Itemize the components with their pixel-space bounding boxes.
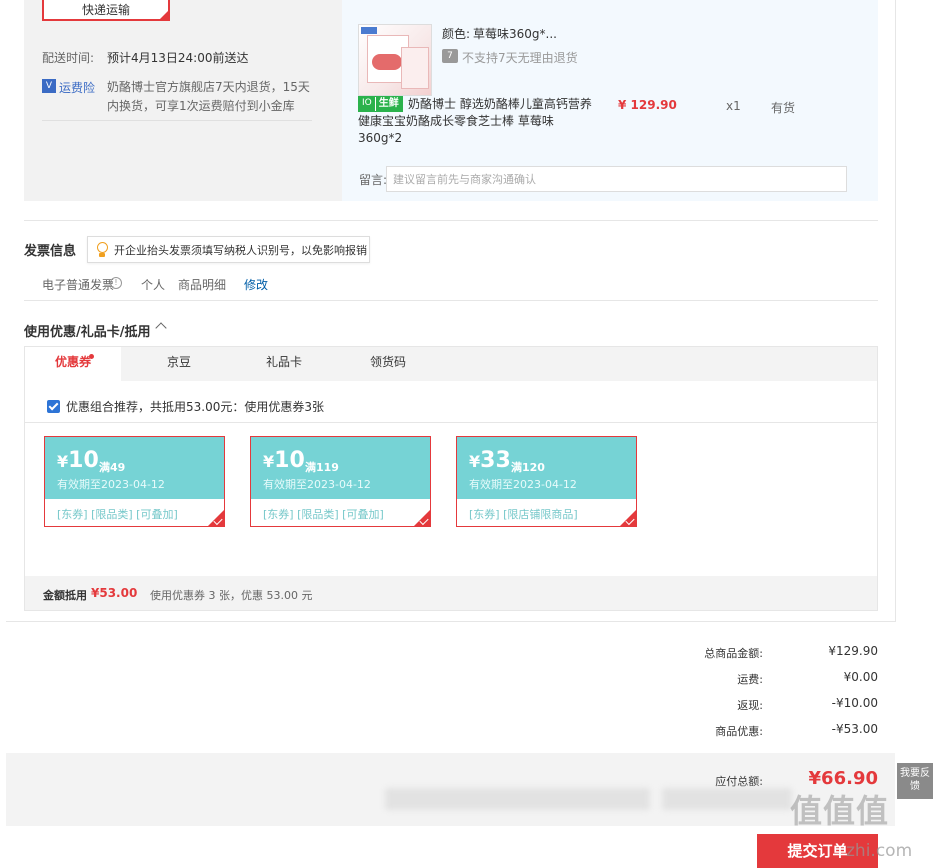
invoice-title: 发票信息 xyxy=(24,244,77,259)
watermark-logo: 值值值 xyxy=(790,792,890,830)
coupon-amount: ¥10 xyxy=(263,448,305,473)
total-goods-value: ¥129.90 xyxy=(828,644,878,658)
coupon-expiry: 有效期至2023-04-12 xyxy=(263,478,371,491)
message-label: 留言: xyxy=(359,173,388,187)
coupon-card[interactable]: ¥10 满49 有效期至2023-04-12 [东券] [限品类] [可叠加] xyxy=(44,436,225,527)
payable-label: 应付总额: xyxy=(715,775,763,788)
product-quantity: x1 xyxy=(726,99,741,113)
coupon-card[interactable]: ¥10 满119 有效期至2023-04-12 [东券] [限品类] [可叠加] xyxy=(250,436,431,527)
shipping-fee-label: 运费: xyxy=(737,673,763,686)
express-shipping-label: 快递运输 xyxy=(81,3,130,17)
coupon-expiry: 有效期至2023-04-12 xyxy=(469,478,577,491)
watermark-url: zhi.com xyxy=(846,841,913,861)
help-icon[interactable]: ! xyxy=(110,277,122,289)
tab-pickup-code[interactable]: 领货码 xyxy=(340,347,436,381)
product-image[interactable] xyxy=(358,24,432,96)
divider xyxy=(24,220,878,221)
coupon-amount: ¥33 xyxy=(469,448,511,473)
shipping-insurance-link[interactable]: 运费险 xyxy=(59,79,95,96)
tab-pickup-code-label: 领货码 xyxy=(369,355,406,369)
summary-desc: 使用优惠券 3 张，优惠 53.00 元 xyxy=(150,589,313,602)
coupon-tags: [东券] [限店铺限商品] xyxy=(469,508,578,521)
tab-jingdou[interactable]: 京豆 xyxy=(131,347,227,381)
tab-gift-card-label: 礼品卡 xyxy=(265,355,302,369)
summary-value: ¥53.00 xyxy=(91,586,138,600)
product-color-value: 草莓味360g*... xyxy=(473,27,557,41)
fresh-badge-text: 生鲜 xyxy=(375,97,402,111)
coupon-tags: [东券] [限品类] [可叠加] xyxy=(263,508,384,521)
invoice-tip: 开企业抬头发票须填写纳税人识别号，以免影响报销 xyxy=(87,236,370,263)
combo-text: 优惠组合推荐，共抵用53.00元：使用优惠券3张 xyxy=(66,400,324,414)
coupon-summary: 金额抵用 ¥53.00 使用优惠券 3 张，优惠 53.00 元 xyxy=(25,576,877,610)
delivery-time-label: 配送时间: xyxy=(42,51,95,65)
combo-recommendation[interactable]: 优惠组合推荐，共抵用53.00元：使用优惠券3张 xyxy=(47,398,324,415)
discount-value: -¥53.00 xyxy=(831,722,878,736)
bulb-icon xyxy=(97,242,108,253)
fresh-badge-icon: IO xyxy=(359,97,375,111)
shipping-block: 快递运输 配送时间: 预计4月13日24:00前送达 V 运费险 奶酪博士官方旗… xyxy=(24,0,878,201)
product-color-label: 颜色: xyxy=(442,27,471,41)
tab-coupons-label: 优惠券 xyxy=(54,355,91,369)
blurred-address xyxy=(385,788,650,810)
shipping-insurance-desc: 奶酪博士官方旗舰店7天内退货，15天内换货，可享1次运费赔付到小金库 xyxy=(107,80,310,113)
notification-dot-icon xyxy=(89,354,94,359)
blurred-address xyxy=(662,788,792,810)
coupon-condition: 满120 xyxy=(511,461,545,474)
tab-jingdou-label: 京豆 xyxy=(166,355,191,369)
coupon-tags: [东券] [限品类] [可叠加] xyxy=(57,508,178,521)
no-return-text: 不支持7天无理由退货 xyxy=(462,51,578,65)
product-price: ¥ 129.90 xyxy=(618,98,677,112)
shield-icon: V xyxy=(42,79,56,93)
invoice-edit-link[interactable]: 修改 xyxy=(244,276,268,293)
divider xyxy=(42,120,312,121)
total-goods-label: 总商品金额: xyxy=(704,647,763,660)
selected-corner-icon xyxy=(158,9,170,21)
feedback-button[interactable]: 我要反馈 xyxy=(897,763,933,799)
coupon-panel: 优惠券 京豆 礼品卡 领货码 优惠组合推荐，共抵用53.00元：使用优惠券3张 … xyxy=(24,346,878,611)
discount-label: 商品优惠: xyxy=(715,725,763,738)
cashback-label: 返现: xyxy=(737,699,763,712)
tab-coupons[interactable]: 优惠券 xyxy=(25,347,121,382)
coupon-section-title[interactable]: 使用优惠/礼品卡/抵用 xyxy=(24,321,151,340)
invoice-type: 电子普通发票 xyxy=(42,278,115,292)
combo-checkbox[interactable] xyxy=(47,400,60,413)
coupon-condition: 满49 xyxy=(99,461,126,474)
tab-gift-card[interactable]: 礼品卡 xyxy=(236,347,332,381)
summary-label: 金额抵用 xyxy=(43,589,87,602)
product-stock: 有货 xyxy=(771,101,796,115)
coupon-condition: 满119 xyxy=(305,461,339,474)
invoice-person: 个人 xyxy=(141,278,166,292)
invoice-detail: 商品明细 xyxy=(178,278,227,292)
fresh-badge: IO 生鲜 xyxy=(358,96,403,112)
shipping-fee-value: ¥0.00 xyxy=(843,670,878,684)
coupon-expiry: 有效期至2023-04-12 xyxy=(57,478,165,491)
product-area: 颜色: 草莓味360g*... 7 不支持7天无理由退货 奶酪博士 醇选奶酪棒儿… xyxy=(342,0,878,201)
message-input[interactable] xyxy=(386,166,847,192)
coupon-card[interactable]: ¥33 满120 有效期至2023-04-12 [东券] [限店铺限商品] xyxy=(456,436,637,527)
invoice-tip-text: 开企业抬头发票须填写纳税人识别号，以免影响报销 xyxy=(114,244,367,257)
cashback-value: -¥10.00 xyxy=(831,696,878,710)
express-shipping-option[interactable]: 快递运输 xyxy=(42,0,170,21)
divider xyxy=(24,300,878,301)
no-return-icon: 7 xyxy=(442,49,458,63)
coupon-amount: ¥10 xyxy=(57,448,99,473)
divider xyxy=(25,422,877,423)
delivery-time-value: 预计4月13日24:00前送达 xyxy=(107,51,249,65)
coupon-tabs: 优惠券 京豆 礼品卡 领货码 xyxy=(25,347,877,382)
shipping-options: 快递运输 配送时间: 预计4月13日24:00前送达 V 运费险 奶酪博士官方旗… xyxy=(24,0,324,201)
